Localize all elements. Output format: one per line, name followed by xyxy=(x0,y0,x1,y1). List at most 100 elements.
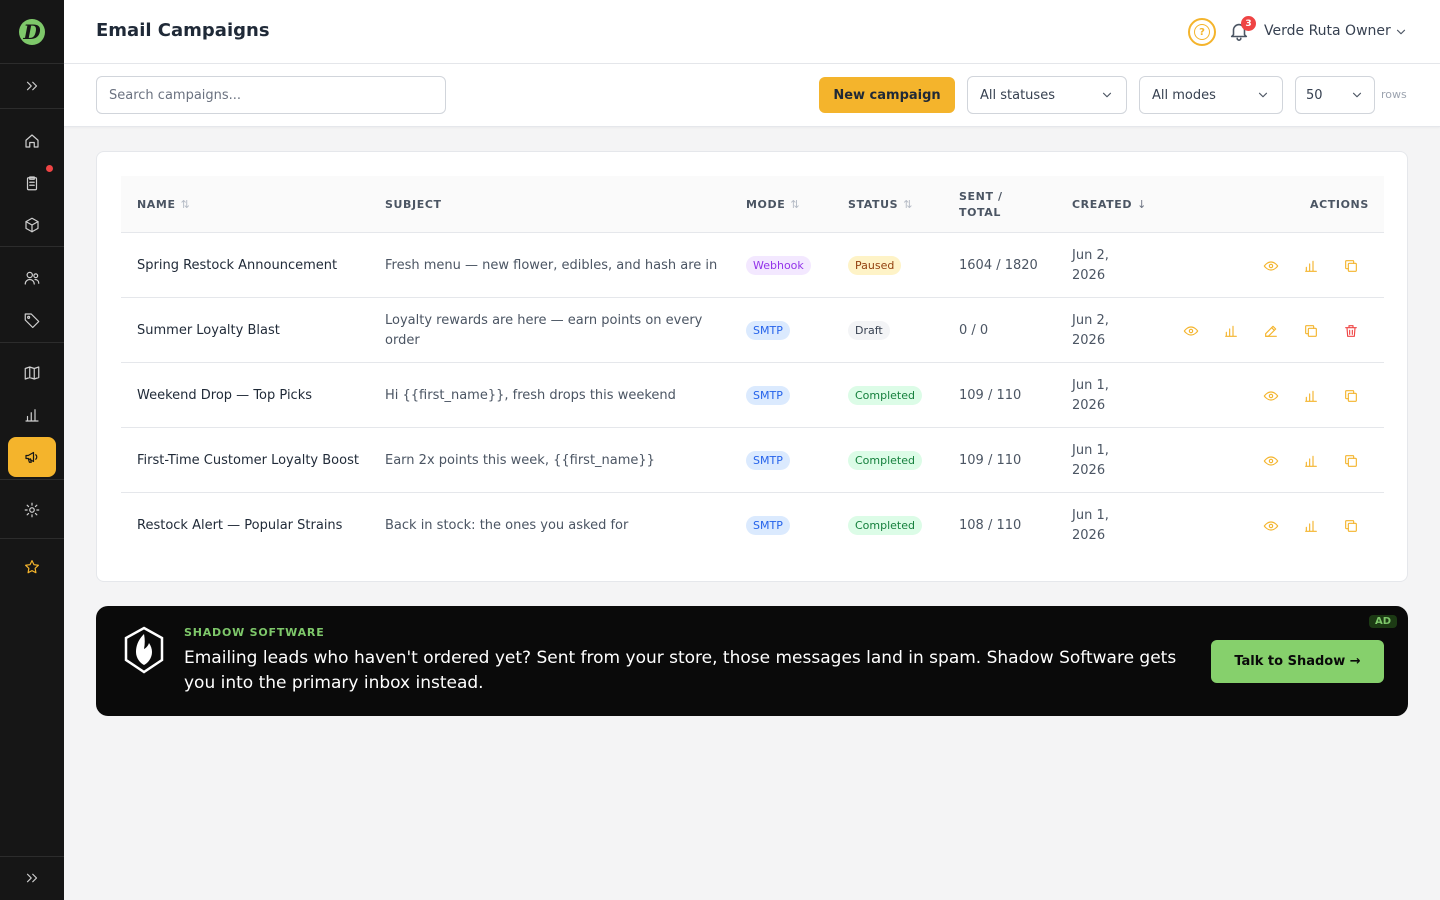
sidebar-item-map[interactable] xyxy=(8,353,56,393)
created-date: Jun 1, 2026 xyxy=(1072,507,1109,543)
status-cell: Completed xyxy=(848,428,922,493)
new-campaign-button[interactable]: New campaign xyxy=(819,77,955,113)
mode-cell: SMTP xyxy=(746,298,790,363)
column-header-mode[interactable]: MODE ⇅ xyxy=(746,176,800,233)
status-badge: Paused xyxy=(848,256,902,275)
home-icon xyxy=(25,134,39,148)
trash-icon xyxy=(1345,325,1357,337)
tag-icon xyxy=(24,313,40,329)
sidebar-divider xyxy=(0,479,64,480)
talk-to-shadow-button[interactable]: Talk to Shadow → xyxy=(1211,640,1384,683)
sent-total: 0 / 0 xyxy=(959,322,989,338)
duplicate-button[interactable] xyxy=(1302,322,1320,340)
duplicate-button[interactable] xyxy=(1342,517,1360,535)
sidebar-item-products[interactable] xyxy=(8,205,56,245)
column-header-status[interactable]: STATUS ⇅ xyxy=(848,176,913,233)
duplicate-button[interactable] xyxy=(1342,387,1360,405)
status-cell: Paused xyxy=(848,233,902,298)
bar-chart-icon xyxy=(1305,260,1317,272)
mode-cell: SMTP xyxy=(746,363,790,428)
mode-cell: SMTP xyxy=(746,428,790,493)
sidebar-item-analytics[interactable] xyxy=(8,395,56,435)
rows-label: rows xyxy=(1381,88,1407,101)
stats-button[interactable] xyxy=(1302,257,1320,275)
mode-filter-select[interactable]: All modes xyxy=(1139,76,1283,114)
column-header-created[interactable]: CREATED ↓ xyxy=(1072,176,1147,233)
column-header-label: STATUS xyxy=(848,198,899,211)
table-row[interactable]: Summer Loyalty Blast Loyalty rewards are… xyxy=(121,298,1384,363)
delete-button[interactable] xyxy=(1342,322,1360,340)
column-header-label: SUBJECT xyxy=(385,198,442,211)
view-button[interactable] xyxy=(1262,387,1280,405)
edit-button[interactable] xyxy=(1262,322,1280,340)
copy-icon xyxy=(1345,455,1357,467)
duplicate-button[interactable] xyxy=(1342,257,1360,275)
table-row[interactable]: Restock Alert — Popular Strains Back in … xyxy=(121,493,1384,558)
sidebar-collapse-button[interactable] xyxy=(8,858,56,898)
created-date: Jun 2, 2026 xyxy=(1072,247,1109,283)
sent-total: 109 / 110 xyxy=(959,452,1022,468)
user-menu[interactable]: Verde Ruta Owner xyxy=(1264,23,1391,39)
table-row[interactable]: Weekend Drop — Top Picks Hi {{first_name… xyxy=(121,363,1384,428)
sidebar-item-customers[interactable] xyxy=(8,258,56,298)
sidebar-item-promotions[interactable] xyxy=(8,300,56,340)
rows-per-page-select[interactable]: 50 xyxy=(1295,76,1375,114)
sent-total: 108 / 110 xyxy=(959,517,1022,533)
campaign-subject: Back in stock: the ones you asked for xyxy=(385,517,629,533)
sidebar-divider xyxy=(0,63,64,64)
search-input[interactable] xyxy=(96,76,446,114)
campaign-name[interactable]: Spring Restock Announcement xyxy=(137,233,367,298)
gear-icon xyxy=(24,502,40,518)
mode-badge: Webhook xyxy=(746,256,811,275)
copy-icon xyxy=(1345,390,1357,402)
table-row[interactable]: First-Time Customer Loyalty Boost Earn 2… xyxy=(121,428,1384,493)
campaign-subject: Fresh menu — new flower, edibles, and ha… xyxy=(385,257,718,273)
campaign-name[interactable]: Restock Alert — Popular Strains xyxy=(137,493,367,558)
mode-badge: SMTP xyxy=(746,386,790,405)
bar-chart-icon xyxy=(1305,390,1317,402)
table-row[interactable]: Spring Restock Announcement Fresh menu —… xyxy=(121,233,1384,298)
view-button[interactable] xyxy=(1182,322,1200,340)
eye-icon xyxy=(1183,326,1199,336)
stats-button[interactable] xyxy=(1302,517,1320,535)
status-cell: Draft xyxy=(848,298,890,363)
column-header-label: NAME xyxy=(137,198,176,211)
column-header-name[interactable]: NAME ⇅ xyxy=(137,176,190,233)
app-logo[interactable]: D xyxy=(0,0,64,64)
sidebar-expand-button[interactable] xyxy=(8,66,56,106)
top-header: Email Campaigns ? 3 Verde Ruta Owner xyxy=(64,0,1440,64)
stats-button[interactable] xyxy=(1302,452,1320,470)
sidebar-item-home[interactable] xyxy=(8,121,56,161)
sidebar-divider xyxy=(0,246,64,247)
status-cell: Completed xyxy=(848,493,922,558)
created-date: Jun 2, 2026 xyxy=(1072,312,1109,348)
sidebar-item-settings[interactable] xyxy=(8,490,56,530)
sidebar-item-campaigns[interactable] xyxy=(8,437,56,477)
status-badge: Completed xyxy=(848,386,922,405)
view-button[interactable] xyxy=(1262,452,1280,470)
sort-icon: ⇅ xyxy=(180,198,191,211)
chevron-down-icon[interactable] xyxy=(1394,24,1408,38)
logo-mark: D xyxy=(19,19,45,45)
campaign-name[interactable]: Weekend Drop — Top Picks xyxy=(137,363,367,428)
campaign-name[interactable]: First-Time Customer Loyalty Boost xyxy=(137,428,367,493)
campaign-subject: Hi {{first_name}}, fresh drops this week… xyxy=(385,387,676,403)
column-header-label: TOTAL xyxy=(959,205,1002,219)
chevron-down-icon xyxy=(1100,88,1114,102)
copy-icon xyxy=(1345,520,1357,532)
help-button[interactable]: ? xyxy=(1188,18,1216,46)
column-header-label: ACTIONS xyxy=(1310,198,1369,211)
sidebar-item-favorites[interactable] xyxy=(8,547,56,587)
users-icon xyxy=(24,271,40,285)
view-button[interactable] xyxy=(1262,517,1280,535)
duplicate-button[interactable] xyxy=(1342,452,1360,470)
copy-icon xyxy=(1305,325,1317,337)
campaign-name[interactable]: Summer Loyalty Blast xyxy=(137,298,367,363)
star-icon xyxy=(25,560,39,574)
stats-button[interactable] xyxy=(1222,322,1240,340)
stats-button[interactable] xyxy=(1302,387,1320,405)
bar-chart-icon xyxy=(1305,455,1317,467)
ad-brand: SHADOW SOFTWARE xyxy=(184,626,325,639)
view-button[interactable] xyxy=(1262,257,1280,275)
status-filter-select[interactable]: All statuses xyxy=(967,76,1127,114)
